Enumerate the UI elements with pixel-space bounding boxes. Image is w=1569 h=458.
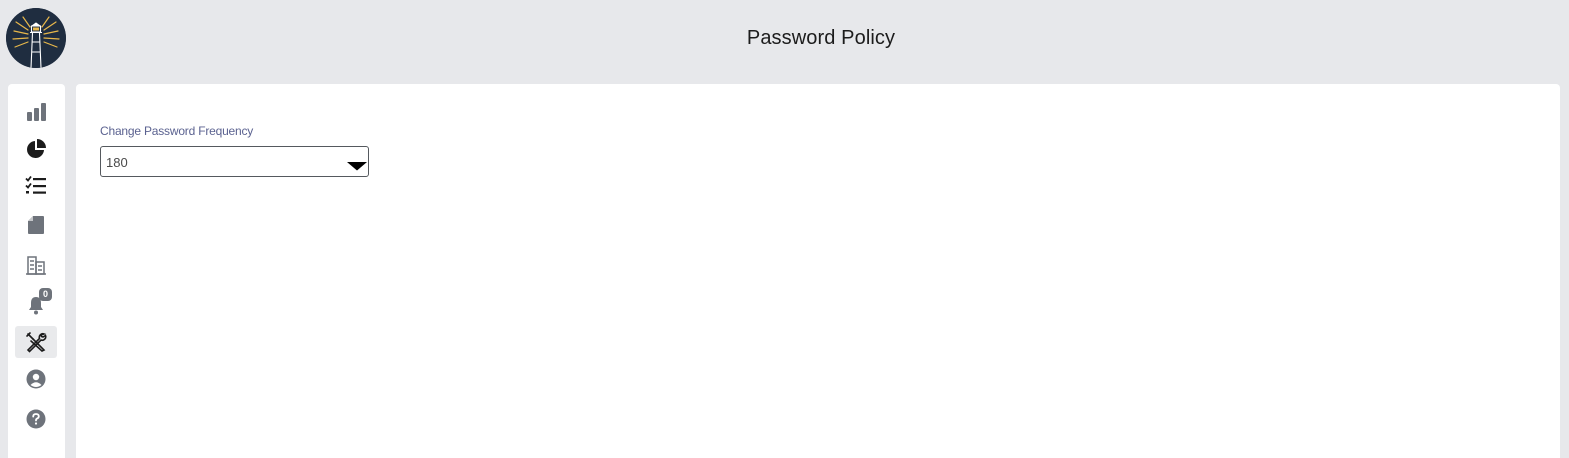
bar-chart-icon: [26, 102, 46, 122]
sidebar-item-buildings[interactable]: [15, 249, 57, 281]
document-icon: [27, 215, 45, 235]
header: Password Policy: [0, 0, 1569, 80]
sidebar-item-help[interactable]: [15, 403, 57, 435]
sidebar-item-analytics[interactable]: [15, 133, 57, 165]
user-circle-icon: [26, 369, 46, 389]
lighthouse-logo[interactable]: [6, 8, 66, 68]
main-panel: Change Password Frequency 180: [76, 84, 1560, 458]
caret-down-icon: [346, 158, 368, 176]
sidebar-item-dashboard[interactable]: [15, 96, 57, 128]
page-title: Password Policy: [746, 27, 896, 49]
app-root: Password Policy 0 Change Password Freque…: [0, 0, 1569, 458]
sidebar-item-profile[interactable]: [15, 363, 57, 395]
sidebar-item-documents[interactable]: [15, 209, 57, 241]
change-password-frequency-label: Change Password Frequency: [100, 124, 254, 138]
help-circle-icon: [26, 409, 46, 429]
buildings-icon: [26, 255, 46, 275]
sidebar-item-settings[interactable]: [15, 326, 57, 358]
sidebar-item-notifications[interactable]: 0: [15, 288, 57, 321]
selected-value: 180: [106, 155, 128, 170]
pie-chart-icon: [25, 138, 47, 160]
checklist-icon: [25, 175, 47, 195]
notification-count-badge: 0: [39, 288, 52, 301]
change-password-frequency-select[interactable]: 180: [100, 146, 369, 177]
sidebar-item-tasks[interactable]: [15, 169, 57, 201]
tools-icon: [25, 331, 47, 353]
sidebar: 0: [8, 84, 65, 458]
